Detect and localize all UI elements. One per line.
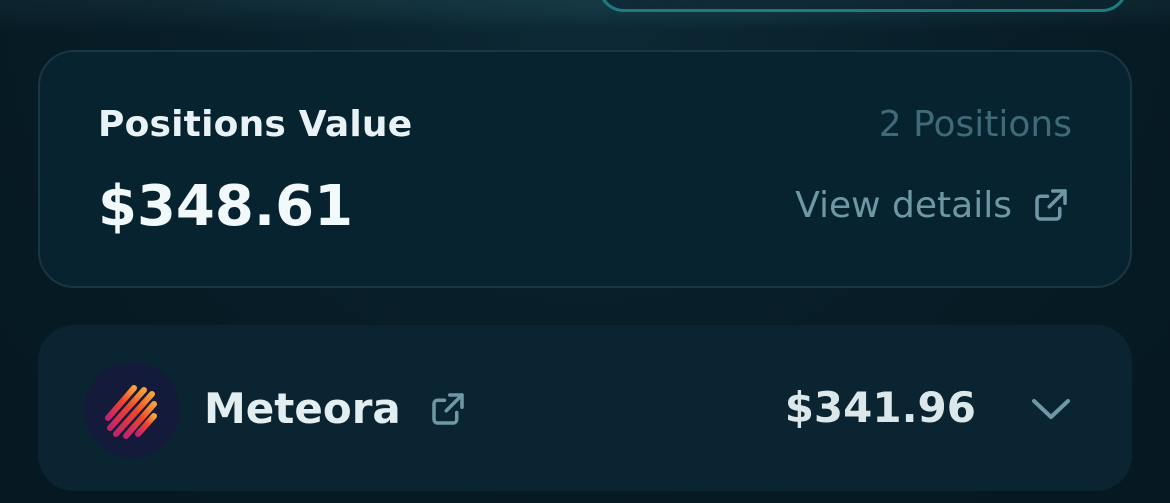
chevron-down-icon[interactable] <box>1028 393 1074 423</box>
meteora-logo-graphic <box>105 385 157 439</box>
protocol-name-link[interactable]: Meteora <box>204 384 469 433</box>
app-screen: Positions Value $348.61 2 Positions View… <box>0 0 1170 503</box>
positions-value-label: Positions Value <box>98 104 413 145</box>
protocol-value: $341.96 <box>784 383 976 432</box>
protocol-row-meteora[interactable]: Meteora $341.96 <box>38 325 1132 491</box>
top-action-button[interactable] <box>598 0 1128 12</box>
positions-value-card: Positions Value $348.61 2 Positions View… <box>38 50 1132 288</box>
external-link-icon <box>432 392 464 425</box>
external-link-icon <box>1035 189 1067 221</box>
view-details-link[interactable]: View details <box>795 184 1072 226</box>
positions-count: 2 Positions <box>878 104 1072 145</box>
meteora-logo-icon <box>84 362 180 458</box>
protocol-name: Meteora <box>204 384 401 433</box>
positions-value-amount: $348.61 <box>98 174 354 239</box>
view-details-label: View details <box>795 184 1012 226</box>
